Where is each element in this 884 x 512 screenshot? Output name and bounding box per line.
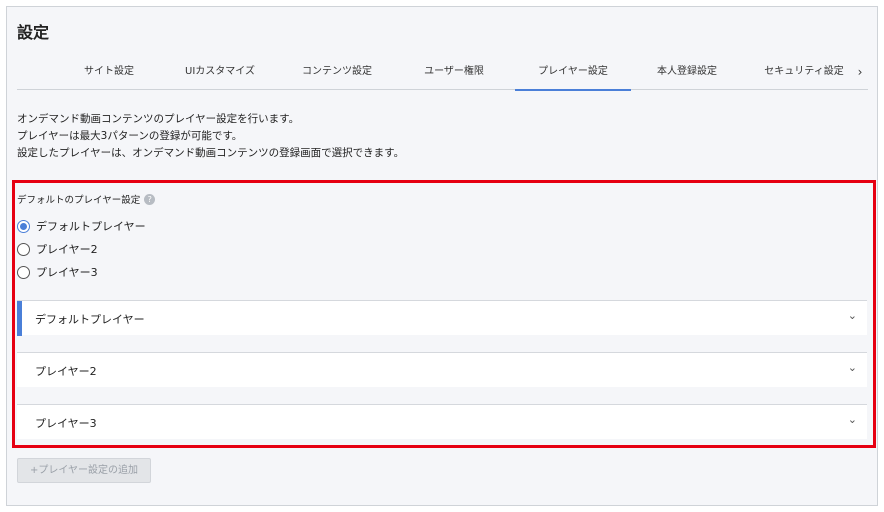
radio-checked-icon[interactable] <box>17 219 30 233</box>
accordion-default-player[interactable]: デフォルトプレイヤー ⌄ <box>17 300 867 336</box>
tab-site-settings[interactable]: サイト設定 <box>69 62 149 90</box>
accordion-label: デフォルトプレイヤー <box>35 313 145 326</box>
description-line: オンデマンド動画コンテンツのプレイヤー設定を行います。 <box>17 113 300 125</box>
accordion-label: プレイヤー2 <box>35 365 97 378</box>
tab-identity-registration[interactable]: 本人登録設定 <box>642 62 732 90</box>
tab-ui-customize[interactable]: UIカスタマイズ <box>175 62 265 90</box>
accordion-player-2[interactable]: プレイヤー2 ⌄ <box>17 352 867 387</box>
radio-player-2[interactable]: プレイヤー2 <box>17 240 98 258</box>
default-player-label-text: デフォルトのプレイヤー設定 <box>17 195 141 206</box>
radio-label: デフォルトプレイヤー <box>36 220 146 233</box>
chevron-down-icon[interactable]: ⌄ <box>848 309 857 322</box>
radio-label: プレイヤー2 <box>36 243 98 256</box>
chevron-right-icon[interactable]: › <box>852 62 868 82</box>
chevron-down-icon[interactable]: ⌄ <box>848 413 857 426</box>
default-player-label: デフォルトのプレイヤー設定 ? <box>17 192 156 206</box>
question-icon[interactable]: ? <box>144 193 156 205</box>
tab-user-permissions[interactable]: ユーザー権限 <box>409 62 499 90</box>
chevron-down-icon[interactable]: ⌄ <box>848 361 857 374</box>
radio-unchecked-icon[interactable] <box>17 265 30 279</box>
radio-player-3[interactable]: プレイヤー3 <box>17 263 98 281</box>
description-line: 設定したプレイヤーは、オンデマンド動画コンテンツの登録画面で選択できます。 <box>17 147 405 159</box>
tab-bar: サイト設定 UIカスタマイズ コンテンツ設定 ユーザー権限 プレイヤー設定 本人… <box>17 62 868 91</box>
tab-security-settings[interactable]: セキュリティ設定 <box>754 62 854 90</box>
tab-player-settings[interactable]: プレイヤー設定 <box>515 62 631 91</box>
settings-panel: 設定 サイト設定 UIカスタマイズ コンテンツ設定 ユーザー権限 プレイヤー設定… <box>6 6 878 506</box>
accordion-player-3[interactable]: プレイヤー3 ⌄ <box>17 404 867 439</box>
accordion-label: プレイヤー3 <box>35 417 97 430</box>
tab-content-settings[interactable]: コンテンツ設定 <box>292 62 382 90</box>
description-line: プレイヤーは最大3パターンの登録が可能です。 <box>17 130 243 142</box>
add-player-setting-button[interactable]: +プレイヤー設定の追加 <box>17 458 151 483</box>
active-indicator <box>17 301 22 336</box>
radio-unchecked-icon[interactable] <box>17 242 30 256</box>
description: オンデマンド動画コンテンツのプレイヤー設定を行います。 プレイヤーは最大3パター… <box>17 111 404 162</box>
page-title: 設定 <box>17 23 50 42</box>
radio-label: プレイヤー3 <box>36 266 98 279</box>
radio-default-player[interactable]: デフォルトプレイヤー <box>17 217 146 235</box>
